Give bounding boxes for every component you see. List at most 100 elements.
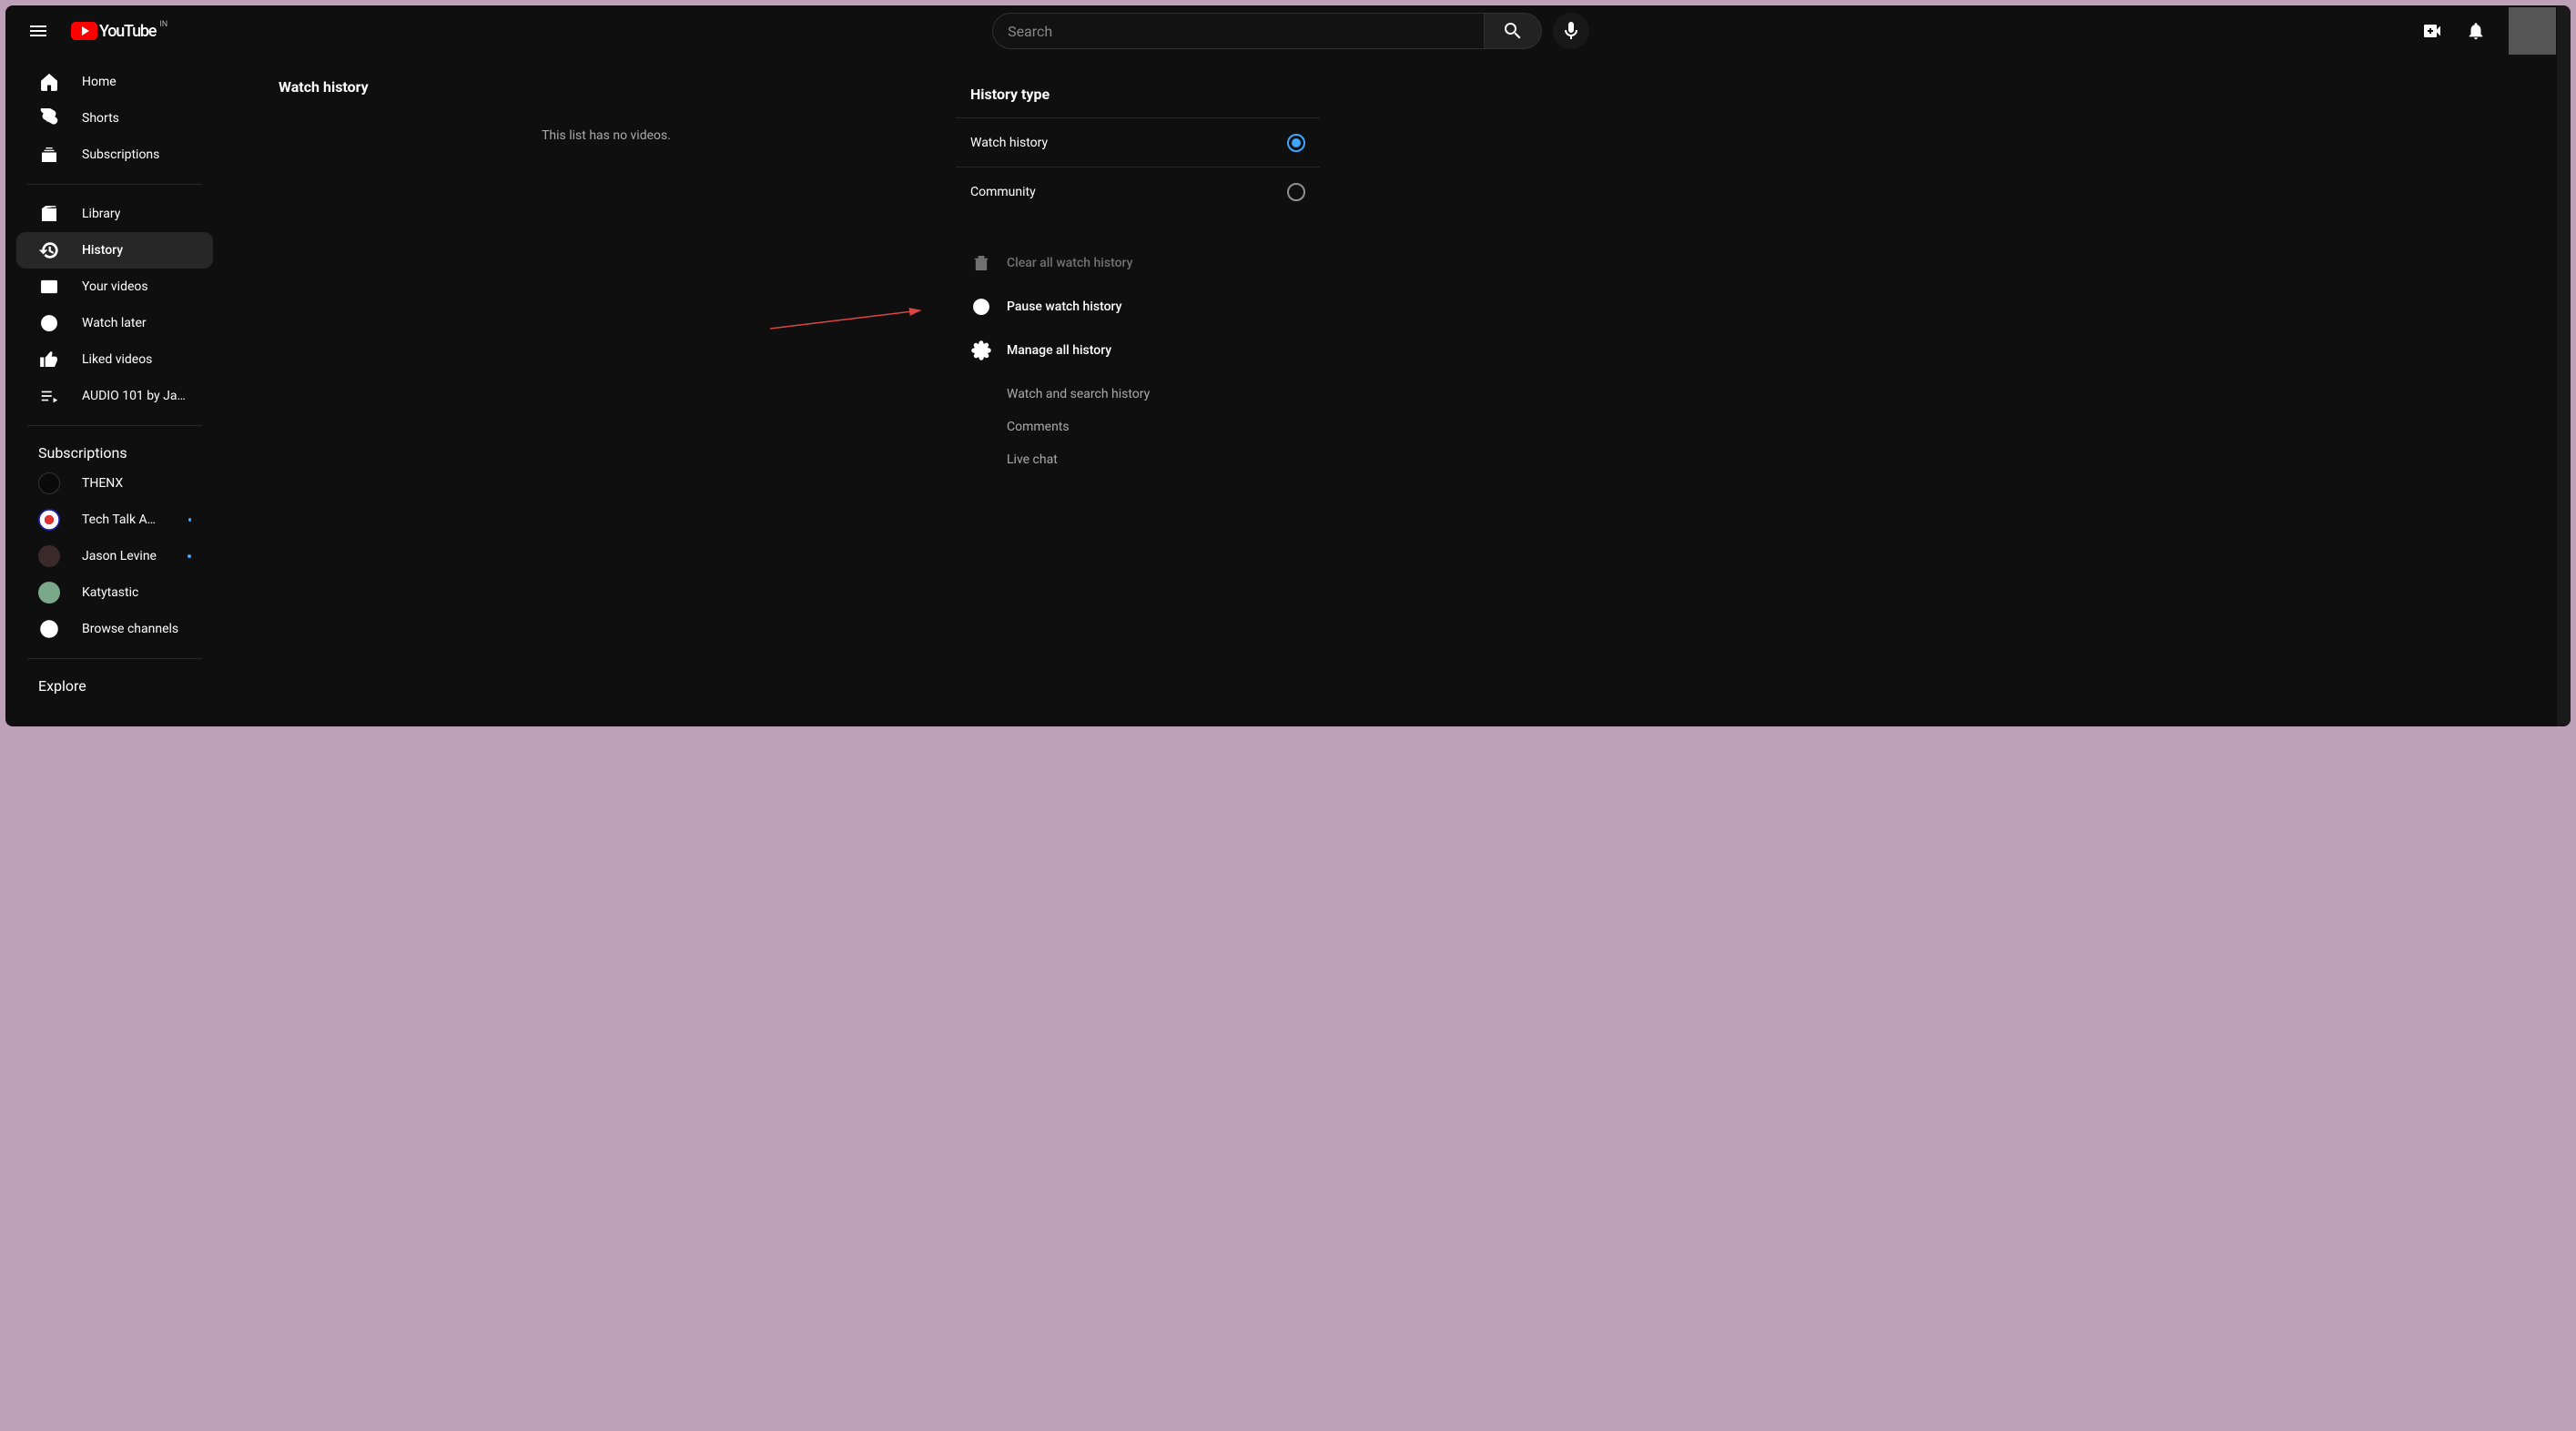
playlist-icon xyxy=(38,385,60,407)
channel-name: Jason Levine xyxy=(82,549,157,563)
sidebar-explore-heading: Explore xyxy=(5,670,224,698)
your-videos-icon xyxy=(38,276,60,298)
youtube-play-icon xyxy=(71,22,97,40)
action-label: Pause watch history xyxy=(1007,299,1121,314)
header: YouTube IN xyxy=(5,5,2571,56)
clock-icon xyxy=(38,312,60,334)
create-video-icon xyxy=(2421,20,2443,42)
trash-icon xyxy=(970,252,992,274)
main: Watch history This list has no videos. H… xyxy=(224,56,2571,726)
sidebar-sub-item[interactable]: Jason Levine xyxy=(16,538,213,574)
youtube-wordmark: YouTube xyxy=(99,22,156,41)
shorts-icon xyxy=(38,107,60,129)
sidebar-item-label: Liked videos xyxy=(82,352,152,367)
sidebar-sub-item[interactable]: Tech Talk America xyxy=(16,502,213,538)
account-avatar[interactable] xyxy=(2509,7,2556,55)
library-icon xyxy=(38,203,60,225)
create-button[interactable] xyxy=(2414,13,2450,49)
radio-label: Community xyxy=(970,185,1287,199)
panel-title: History type xyxy=(956,78,1320,117)
sidebar-separator xyxy=(27,658,202,659)
sidebar-item-label: Your videos xyxy=(82,279,148,294)
new-content-dot xyxy=(188,554,191,558)
sidebar-item-history[interactable]: History xyxy=(16,232,213,269)
sidebar-item-label: Watch later xyxy=(82,316,147,330)
sidebar-subs-heading: Subscriptions xyxy=(5,437,224,465)
clear-history-button: Clear all watch history xyxy=(956,241,1320,285)
plus-circle-icon xyxy=(38,618,60,640)
sidebar-sub-item[interactable]: THENX xyxy=(16,465,213,502)
sidebar-item-label: Subscriptions xyxy=(82,147,159,162)
voice-search-button[interactable] xyxy=(1553,13,1589,49)
action-label: Manage all history xyxy=(1007,343,1111,358)
search-button[interactable] xyxy=(1484,13,1542,49)
sidebar-item-shorts[interactable]: Shorts xyxy=(16,100,213,137)
sidebar-item-subscriptions[interactable]: Subscriptions xyxy=(16,137,213,173)
channel-avatar xyxy=(38,545,60,567)
channel-avatar xyxy=(38,509,60,531)
microphone-icon xyxy=(1560,20,1582,42)
action-label: Clear all watch history xyxy=(1007,256,1132,270)
sidebar-item-label: History xyxy=(82,243,123,258)
empty-state-message: This list has no videos. xyxy=(279,128,934,143)
app-window: YouTube IN xyxy=(5,5,2571,726)
channel-avatar xyxy=(38,582,60,604)
sidebar-sub-item[interactable]: Katytastic xyxy=(16,574,213,611)
sidebar-item-liked-videos[interactable]: Liked videos xyxy=(16,341,213,378)
hamburger-menu-button[interactable] xyxy=(20,13,56,49)
youtube-logo[interactable]: YouTube IN xyxy=(71,22,167,41)
history-sublinks: Watch and search history Comments Live c… xyxy=(1007,378,1320,476)
radio-icon xyxy=(1287,183,1305,201)
sublink-comments[interactable]: Comments xyxy=(1007,411,1320,443)
sidebar-item-home[interactable]: Home xyxy=(16,64,213,100)
sidebar-item-label: Library xyxy=(82,207,120,221)
sidebar-item-label: Home xyxy=(82,75,117,89)
history-type-panel: History type Watch history Community Cle… xyxy=(956,78,1320,705)
channel-name: THENX xyxy=(82,476,123,491)
search-box xyxy=(992,13,1542,49)
pause-history-button[interactable]: Pause watch history xyxy=(956,285,1320,329)
sublink-watch-search[interactable]: Watch and search history xyxy=(1007,378,1320,411)
history-actions: Clear all watch history Pause watch hist… xyxy=(956,241,1320,476)
search-icon xyxy=(1502,20,1524,42)
notifications-button[interactable] xyxy=(2458,13,2494,49)
channel-name: Tech Talk America xyxy=(82,513,167,527)
sublink-live-chat[interactable]: Live chat xyxy=(1007,443,1320,476)
bell-icon xyxy=(2466,21,2486,41)
sidebar-browse-channels[interactable]: Browse channels xyxy=(16,611,213,647)
radio-label: Watch history xyxy=(970,136,1287,150)
sidebar-item-label: Browse channels xyxy=(82,622,178,636)
subscriptions-icon xyxy=(38,144,60,166)
pause-circle-icon xyxy=(970,296,992,318)
gear-icon xyxy=(970,340,992,361)
new-content-dot xyxy=(188,518,191,522)
sidebar-item-your-videos[interactable]: Your videos xyxy=(16,269,213,305)
sidebar-separator xyxy=(27,425,202,426)
sidebar-item-label: AUDIO 101 by Jaso… xyxy=(82,389,191,403)
body: Home Shorts Subscriptions Library Histor… xyxy=(5,56,2571,726)
content-column: Watch history This list has no videos. xyxy=(279,78,934,705)
channel-avatar xyxy=(38,472,60,494)
header-center xyxy=(992,13,1589,49)
sidebar-item-label: Shorts xyxy=(82,111,119,126)
sidebar: Home Shorts Subscriptions Library Histor… xyxy=(5,56,224,726)
header-start: YouTube IN xyxy=(20,13,167,49)
sidebar-item-playlist[interactable]: AUDIO 101 by Jaso… xyxy=(16,378,213,414)
page-title: Watch history xyxy=(279,78,934,96)
history-icon xyxy=(38,239,60,261)
home-icon xyxy=(38,71,60,93)
sidebar-item-library[interactable]: Library xyxy=(16,196,213,232)
search-input[interactable] xyxy=(992,13,1484,49)
history-type-option-community[interactable]: Community xyxy=(956,167,1320,216)
sidebar-item-watch-later[interactable]: Watch later xyxy=(16,305,213,341)
channel-name: Katytastic xyxy=(82,585,138,600)
header-end xyxy=(2414,7,2556,55)
radio-icon xyxy=(1287,134,1305,152)
thumbs-up-icon xyxy=(38,349,60,370)
manage-history-button[interactable]: Manage all history xyxy=(956,329,1320,372)
history-type-option-watch[interactable]: Watch history xyxy=(956,117,1320,167)
sidebar-separator xyxy=(27,184,202,185)
hamburger-icon xyxy=(27,20,49,42)
scrollbar-track[interactable] xyxy=(2557,5,2571,726)
country-code: IN xyxy=(159,20,167,29)
